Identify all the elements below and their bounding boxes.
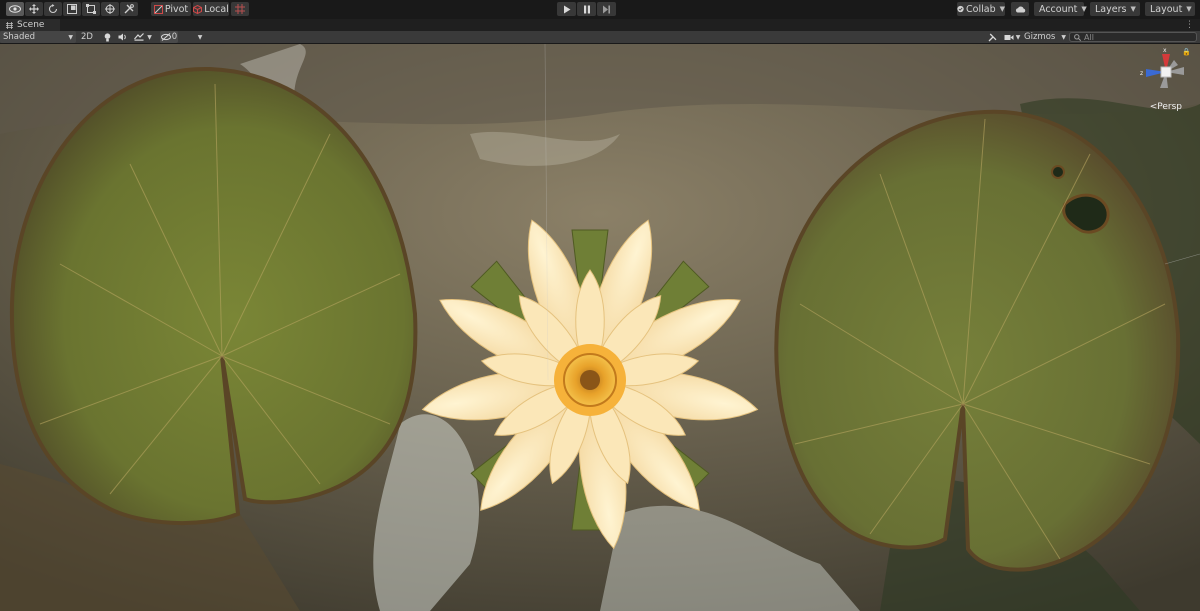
gizmo-center-cube[interactable] xyxy=(1160,66,1172,78)
axis-x-label: x xyxy=(1163,48,1167,54)
wrench-icon xyxy=(988,33,996,41)
chevron-down-icon: ▼ xyxy=(1015,33,1021,41)
custom-tool-button[interactable] xyxy=(120,2,138,16)
window-tab-bar: Scene ⋮ xyxy=(0,19,1200,31)
tools-icon xyxy=(124,4,134,14)
transform-icon xyxy=(105,4,115,14)
chevron-down-icon: ▼ xyxy=(1186,5,1192,13)
chevron-down-icon: ▼ xyxy=(197,33,203,41)
layers-label: Layers xyxy=(1095,3,1127,15)
move-arrows-icon xyxy=(29,4,39,14)
rotate-icon xyxy=(48,4,58,14)
lighting-toggle[interactable] xyxy=(100,31,114,43)
collab-dropdown[interactable]: Collab ▼ xyxy=(957,2,1005,16)
chevron-down-icon: ▼ xyxy=(1061,33,1066,41)
pause-button[interactable] xyxy=(577,2,596,16)
scale-icon xyxy=(67,4,77,14)
camera-icon xyxy=(1004,34,1014,40)
audio-toggle[interactable] xyxy=(115,31,129,43)
effects-icon xyxy=(134,33,145,41)
lock-icon[interactable]: 🔒 xyxy=(1182,48,1190,56)
chevron-down-icon: ▼ xyxy=(1130,5,1136,13)
speaker-icon xyxy=(118,33,126,41)
rotate-tool-button[interactable] xyxy=(44,2,62,16)
move-tool-button[interactable] xyxy=(25,2,43,16)
gizmos-label: Gizmos xyxy=(1024,32,1056,42)
pause-icon xyxy=(583,5,590,13)
view-tool-button[interactable] xyxy=(6,2,24,16)
play-button[interactable] xyxy=(557,2,576,16)
2d-toggle[interactable]: 2D xyxy=(80,31,94,43)
shading-mode-dropdown[interactable]: Shaded ▼ xyxy=(0,31,76,43)
leaf-hole xyxy=(1051,165,1065,179)
chevron-down-icon: ▼ xyxy=(68,33,73,41)
account-dropdown[interactable]: Account ▼ xyxy=(1034,2,1087,16)
pivot-toggle[interactable]: Pivot xyxy=(151,2,191,16)
visibility-options-dropdown[interactable]: ▼ xyxy=(195,31,205,43)
tab-label: Scene xyxy=(17,20,45,30)
pivot-icon xyxy=(153,4,163,14)
collab-check-icon xyxy=(957,5,964,13)
shading-mode-label: Shaded xyxy=(3,32,36,42)
chevron-down-icon: ▼ xyxy=(999,5,1005,13)
layers-dropdown[interactable]: Layers ▼ xyxy=(1090,2,1140,16)
local-cube-icon xyxy=(193,4,203,14)
scene-search-field[interactable]: All xyxy=(1069,32,1197,42)
search-icon xyxy=(1074,33,1081,41)
projection-label: Persp xyxy=(1157,102,1182,112)
camera-settings-dropdown[interactable]: ▼ xyxy=(1001,31,1023,43)
axis-z-label: z xyxy=(1140,70,1143,77)
layout-dropdown[interactable]: Layout ▼ xyxy=(1145,2,1195,16)
projection-toggle[interactable]: <Persp xyxy=(1150,102,1182,112)
grid-snap-icon xyxy=(235,4,245,14)
step-icon xyxy=(603,5,610,13)
flower-pistil xyxy=(580,370,600,390)
transform-tool-button[interactable] xyxy=(101,2,119,16)
light-bulb-icon xyxy=(104,32,110,41)
main-toolbar: Pivot Local Collab ▼ Account ▼ Layers ▼ … xyxy=(0,0,1200,18)
scene-visibility-toggle[interactable]: 0 xyxy=(160,31,178,43)
collab-label: Collab xyxy=(966,3,996,15)
scene-view-toolbar: Shaded ▼ 2D ▼ 0 ▼ ▼ Gizmos ▼ All xyxy=(0,31,1200,43)
2d-label: 2D xyxy=(81,32,93,42)
scale-tool-button[interactable] xyxy=(63,2,81,16)
search-placeholder: All xyxy=(1084,32,1094,42)
scene-viewport[interactable]: x z 🔒 <Persp xyxy=(0,44,1200,611)
scene-render xyxy=(0,44,1200,611)
gizmos-dropdown[interactable]: Gizmos ▼ xyxy=(1024,31,1066,43)
local-toggle[interactable]: Local xyxy=(193,2,229,16)
local-label: Local xyxy=(204,3,229,15)
hidden-count: 0 xyxy=(171,32,178,42)
rect-tool-button[interactable] xyxy=(82,2,100,16)
chevron-down-icon: ▼ xyxy=(147,33,152,41)
more-options-icon[interactable]: ⋮ xyxy=(1185,20,1194,30)
scene-grid-icon xyxy=(6,21,13,29)
cloud-button[interactable] xyxy=(1011,2,1029,16)
layout-label: Layout xyxy=(1150,3,1183,15)
rect-transform-icon xyxy=(86,4,96,14)
effects-dropdown[interactable]: ▼ xyxy=(131,31,155,43)
play-icon xyxy=(563,5,570,13)
grid-snap-button[interactable] xyxy=(231,2,249,16)
chevron-down-icon: ▼ xyxy=(1081,5,1087,13)
cloud-icon xyxy=(1015,5,1025,12)
tools-settings-button[interactable] xyxy=(985,31,999,43)
pivot-label: Pivot xyxy=(164,3,189,15)
step-button[interactable] xyxy=(597,2,616,16)
account-label: Account xyxy=(1039,3,1078,15)
hidden-eye-icon xyxy=(160,33,171,41)
eye-icon xyxy=(9,5,21,13)
tab-scene[interactable]: Scene xyxy=(0,19,60,31)
